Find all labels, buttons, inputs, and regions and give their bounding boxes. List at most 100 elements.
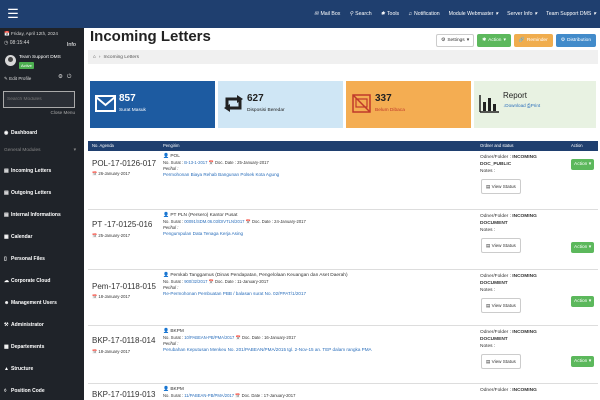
nav-search[interactable]: ⚲ Search	[349, 11, 371, 17]
edit-profile-link[interactable]: ✎ Edit Profile	[4, 76, 31, 82]
nav-module-webmaster[interactable]: Module Webmaster ▾	[449, 11, 499, 17]
power-icon[interactable]: ⏻	[67, 74, 75, 80]
row-action-button[interactable]: Action ▾	[571, 242, 595, 253]
agenda-date: 📅 26-January-2017	[92, 171, 131, 176]
reminder-button[interactable]: 🔗 Reminder	[513, 34, 553, 47]
close-menu-link[interactable]: Close Menu	[50, 110, 75, 115]
sidebar-item-position-code[interactable]: ◊ Position Code	[4, 388, 45, 394]
search-modules-input[interactable]	[3, 91, 75, 108]
download-link[interactable]: Download	[505, 103, 525, 108]
action-button[interactable]: ✱ Action ▾	[477, 34, 511, 47]
doc-date-label: Doc. Date :	[252, 219, 273, 224]
chevron-down-icon: ▾	[73, 148, 76, 153]
sidebar-item-structure[interactable]: ▲ Structure	[4, 366, 33, 372]
tag-icon: ◊	[4, 388, 7, 394]
sidebar-item-personal-files[interactable]: ▯ Personal Files	[4, 256, 45, 262]
agenda-number[interactable]: Pem-17-0118-015	[92, 282, 156, 291]
sidebar-item-label: Administrator	[11, 322, 44, 328]
view-status-button[interactable]: ▤ View Status	[481, 298, 521, 313]
nav-user-menu-label: Team Support DMS	[546, 11, 592, 17]
top-navbar: ☰ ✉ Mail Box ⚲ Search ✱ Tools ♫ Notification…	[0, 0, 600, 28]
folder-icon: ▯	[4, 256, 7, 262]
tile-disposisi-beredar[interactable]: 627 Disposisi Beredar	[218, 81, 343, 128]
nav-server-info[interactable]: Server Info ▾	[507, 11, 537, 17]
doc-date-label: Doc. Date :	[241, 393, 263, 398]
doc-icon: ▤	[486, 184, 491, 189]
row-action-label: Action	[574, 299, 588, 304]
row-action-button[interactable]: Action ▾	[571, 159, 595, 170]
tile-count: 857	[119, 93, 136, 104]
nav-mailbox[interactable]: ✉ Mail Box	[314, 11, 340, 17]
inbox-icon: ▤	[4, 168, 9, 174]
edit-profile-label: Edit Profile	[9, 76, 32, 81]
nav-user-menu[interactable]: Team Support DMS ▾	[546, 11, 596, 17]
sidebar-item-label: Dashboard	[11, 130, 38, 136]
print-link[interactable]: Print	[531, 103, 540, 108]
nav-mailbox-label: Mail Box	[320, 11, 341, 17]
agenda-number[interactable]: BKP-17-0119-013	[92, 390, 155, 399]
ordner-label: Odner/Folder :	[480, 388, 511, 393]
view-status-button[interactable]: ▤ View Status	[481, 354, 521, 369]
cloud-icon: ☁	[4, 278, 9, 284]
row-action-button[interactable]: Action ▾	[571, 356, 595, 367]
nav-notification[interactable]: ♫ Notification	[408, 11, 440, 17]
top-nav-menu: ✉ Mail Box ⚲ Search ✱ Tools ♫ Notification M…	[314, 0, 596, 28]
sidebar-item-calendar[interactable]: ▦ Calendar	[4, 234, 32, 240]
folder-value: DOC_PUBLIC	[480, 162, 512, 167]
general-modules-header[interactable]: General Modules ▾	[4, 148, 76, 153]
column-header-action: Action	[571, 143, 583, 148]
info-link[interactable]: Info	[67, 42, 76, 48]
chevron-right-icon: ›	[98, 54, 101, 60]
no-surat-value: 10/PABEAN-PB/PMA/2017	[184, 335, 235, 340]
sidebar-item-label: Outgoing Letters	[11, 190, 52, 196]
dashboard-icon: ◉	[4, 130, 9, 136]
ordner-label: Odner/Folder :	[480, 155, 511, 160]
agenda-date: 📅 18-January-2017	[92, 294, 131, 299]
perihal-link[interactable]: Re-Permohonan Pembuatan PBB / balasan su…	[163, 291, 473, 297]
ordner-value: INCOMING	[512, 388, 537, 393]
nav-tools[interactable]: ✱ Tools	[381, 11, 399, 17]
settings-button[interactable]: ⚙ Settings ▾	[436, 34, 475, 47]
column-header-pengirim[interactable]: Pengirim	[163, 143, 180, 148]
tile-label: Disposisi Beredar	[247, 108, 285, 113]
tile-surat-masuk[interactable]: 857 Surat Masuk	[90, 81, 215, 128]
sidebar-item-corporate-cloud[interactable]: ☁ Corporate Cloud	[4, 278, 50, 284]
agenda-number[interactable]: PT -17-0125-016	[92, 220, 152, 229]
tools-icon: ✱	[380, 11, 385, 17]
sidebar-item-internal-informations[interactable]: ▤ Internal Informations	[4, 212, 61, 218]
sidebar-item-management-users[interactable]: ☻ Management Users	[4, 300, 57, 306]
breadcrumb: ⌂ › Incoming Letters	[88, 50, 598, 64]
row-action-button[interactable]: Action ▾	[571, 296, 595, 307]
perihal-link[interactable]: Permohonan Biaya Rehab Bangunan Polsek K…	[163, 172, 473, 178]
column-header-no-agenda[interactable]: No. Agenda	[92, 143, 114, 148]
home-icon[interactable]: ⌂	[93, 55, 96, 60]
doc-date-value: 17-January-2017	[263, 393, 296, 398]
sidebar-time-text: 08:15:44	[9, 40, 30, 46]
perihal-link[interactable]: Pengumpulan Data Tenaga Kerja Asing	[163, 231, 473, 237]
view-status-button[interactable]: ▤ View Status	[481, 179, 521, 194]
sidebar-item-outgoing-letters[interactable]: ▤ Outgoing Letters	[4, 190, 51, 196]
tile-belum-dibaca[interactable]: 337 Belum Dibaca	[346, 81, 471, 128]
agenda-number[interactable]: BKP-17-0118-014	[92, 336, 155, 345]
agenda-number[interactable]: POL-17-0126-017	[92, 159, 156, 168]
table-header: No. Agenda Pengirim Ordner and status Ac…	[88, 141, 598, 151]
agenda-date-text: 18-January-2017	[98, 349, 131, 354]
no-surat-label: No. Surat :	[163, 160, 184, 165]
column-header-ordner-status[interactable]: Ordner and status	[480, 143, 514, 148]
ordner-label: Odner/Folder :	[480, 214, 511, 219]
sidebar-item-administrator[interactable]: ⚒ Administrator	[4, 322, 44, 328]
view-status-label: View Status	[491, 243, 516, 248]
ordner-value: INCOMING	[512, 274, 537, 279]
sidebar-item-dashboard[interactable]: ◉ Dashboard	[4, 130, 37, 136]
tile-report: Report ↓Download ⎙Print	[474, 81, 596, 128]
tile-count: 627	[247, 93, 264, 104]
view-status-button[interactable]: ▤ View Status	[481, 238, 521, 253]
hamburger-icon[interactable]: ☰	[0, 0, 26, 28]
view-status-label: View Status	[491, 303, 516, 308]
sidebar-item-incoming-letters[interactable]: ▤ Incoming Letters	[4, 168, 51, 174]
settings-icon[interactable]: ⚙	[58, 74, 67, 80]
perihal-link[interactable]: Perubahan Keputusan Menkeu No. 201/PABEA…	[163, 347, 473, 353]
sender-name: PT PLN (Persero) Kantor Pusat	[170, 213, 238, 218]
sidebar-item-departements[interactable]: ▩ Departements	[4, 344, 44, 350]
distribution-button[interactable]: ⚙ Distribution	[555, 34, 596, 47]
